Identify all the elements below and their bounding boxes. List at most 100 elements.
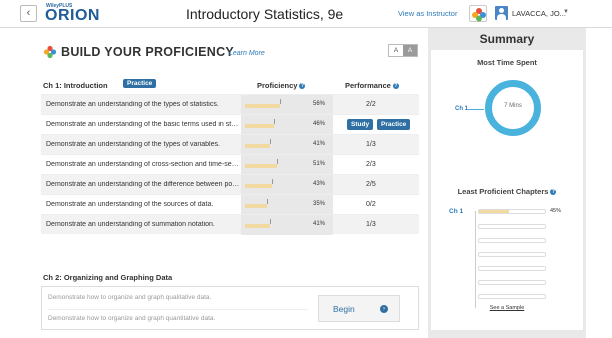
proficiency-marker bbox=[274, 119, 275, 124]
proficiency-percent: 41% bbox=[313, 141, 326, 147]
table-row[interactable]: Demonstrate an understanding of summatio… bbox=[41, 214, 419, 235]
lp-bar-track-empty bbox=[478, 266, 546, 271]
table-row[interactable]: Demonstrate an understanding of cross-se… bbox=[41, 154, 419, 175]
proficiency-percent: 51% bbox=[313, 161, 326, 167]
proficiency-cell: 41% bbox=[241, 135, 333, 155]
proficiency-bar bbox=[245, 124, 274, 128]
proficiency-marker bbox=[270, 219, 271, 224]
lp-bar-track-empty bbox=[478, 224, 546, 229]
info-icon[interactable]: ? bbox=[550, 189, 557, 196]
chapter2-objectives: Demonstrate how to organize and graph qu… bbox=[41, 286, 419, 330]
proficiency-header-label: Proficiency bbox=[257, 81, 298, 90]
begin-button[interactable]: Begin › bbox=[318, 295, 400, 322]
user-name[interactable]: LAVACCA, JO... bbox=[512, 9, 566, 18]
proficiency-bar bbox=[245, 104, 280, 108]
font-small-button[interactable]: A bbox=[389, 45, 403, 56]
practice-button[interactable]: Practice bbox=[377, 119, 411, 130]
orion-flower-icon bbox=[472, 8, 486, 22]
objective-text: Demonstrate an understanding of the type… bbox=[46, 141, 220, 148]
lp-bar-track-empty bbox=[478, 238, 546, 243]
proficiency-marker bbox=[277, 159, 278, 164]
font-large-button[interactable]: A bbox=[403, 45, 417, 56]
objective-text: Demonstrate an understanding of the diff… bbox=[46, 181, 240, 188]
lp-axis-line bbox=[475, 211, 476, 308]
table-row[interactable]: Demonstrate an understanding of the type… bbox=[41, 134, 419, 155]
performance-value: 1/3 bbox=[366, 221, 376, 228]
lp-bar-track-empty bbox=[478, 294, 546, 299]
proficiency-bar bbox=[245, 204, 267, 208]
info-icon[interactable]: ? bbox=[392, 83, 399, 90]
chapter1-practice-button[interactable]: Practice bbox=[123, 79, 157, 88]
most-time-spent-card: Most Time Spent Ch 1 7 Mins bbox=[431, 50, 583, 195]
objective-text: Demonstrate an understanding of the sour… bbox=[46, 201, 214, 208]
proficiency-percent: 35% bbox=[313, 201, 326, 207]
performance-value: 2/3 bbox=[366, 161, 376, 168]
performance-header-label: Performance bbox=[345, 81, 391, 90]
proficiency-percent: 41% bbox=[313, 221, 326, 227]
proficiency-cell: 41% bbox=[241, 215, 333, 235]
objective-text: Demonstrate an understanding of cross-se… bbox=[46, 161, 240, 168]
proficiency-cell: 51% bbox=[241, 155, 333, 175]
orion-flower-button[interactable] bbox=[469, 5, 487, 22]
proficiency-flower-icon bbox=[43, 45, 57, 59]
course-title: Introductory Statistics, 9e bbox=[186, 6, 344, 22]
least-proficient-label: Least Proficient Chapters bbox=[457, 187, 549, 196]
logo-orion: ORION bbox=[45, 7, 100, 24]
least-proficient-title: Least Proficient Chapters? bbox=[431, 187, 583, 196]
proficiency-bar bbox=[245, 144, 270, 148]
donut-leader-line bbox=[467, 109, 484, 110]
proficiency-marker bbox=[280, 99, 281, 104]
table-row[interactable]: Demonstrate an understanding of the diff… bbox=[41, 174, 419, 195]
begin-label: Begin bbox=[333, 304, 355, 314]
proficiency-header: Proficiency? bbox=[257, 81, 306, 90]
table-row[interactable]: Demonstrate an understanding of the sour… bbox=[41, 194, 419, 215]
lp-bar-fill bbox=[479, 210, 509, 213]
proficiency-marker bbox=[270, 139, 271, 144]
performance-value: 2/2 bbox=[366, 101, 376, 108]
user-avatar[interactable] bbox=[495, 6, 508, 20]
performance-value: 1/3 bbox=[366, 141, 376, 148]
see-sample-link[interactable]: See a Sample bbox=[431, 305, 583, 311]
arrow-right-icon: › bbox=[380, 305, 388, 313]
objective-text: Demonstrate an understanding of summatio… bbox=[46, 221, 215, 228]
chapter2-title: Ch 2: Organizing and Graphing Data bbox=[43, 273, 173, 282]
table-row[interactable]: Demonstrate an understanding of the type… bbox=[41, 94, 419, 115]
table-row[interactable]: Demonstrate an understanding of the basi… bbox=[41, 114, 419, 135]
most-time-spent-title: Most Time Spent bbox=[477, 58, 537, 67]
proficiency-marker bbox=[267, 199, 268, 204]
info-icon[interactable]: ? bbox=[299, 83, 306, 90]
proficiency-bar bbox=[245, 224, 270, 228]
divider bbox=[48, 309, 308, 310]
summary-title: Summary bbox=[479, 32, 535, 46]
lp-bar-track-empty bbox=[478, 280, 546, 285]
lp-chapter-label: Ch 1 bbox=[449, 208, 464, 215]
objective-text: Demonstrate an understanding of the type… bbox=[46, 101, 219, 108]
proficiency-cell: 35% bbox=[241, 195, 333, 215]
list-item: Demonstrate how to organize and graph qu… bbox=[48, 294, 212, 301]
learn-more-link[interactable]: Learn More bbox=[229, 50, 265, 57]
chapter1-title: Ch 1: Introduction bbox=[43, 81, 108, 90]
font-size-toggle: A A bbox=[388, 44, 418, 57]
lp-percent: 45% bbox=[550, 208, 562, 214]
proficiency-bar bbox=[245, 184, 272, 188]
performance-value: 0/2 bbox=[366, 201, 376, 208]
study-button[interactable]: Study bbox=[347, 119, 374, 130]
proficiency-panel: BUILD YOUR PROFICIENCY Learn More A A Ch… bbox=[33, 28, 425, 338]
proficiency-cell: 46% bbox=[241, 115, 333, 135]
proficiency-title: BUILD YOUR PROFICIENCY bbox=[61, 45, 235, 59]
objectives-table: Demonstrate an understanding of the type… bbox=[41, 94, 419, 235]
proficiency-marker bbox=[272, 179, 273, 184]
back-button[interactable]: ‹ bbox=[20, 5, 37, 22]
time-donut-chart[interactable]: 7 Mins bbox=[485, 80, 541, 136]
least-proficient-card: Least Proficient Chapters? Ch 1 45% See … bbox=[431, 180, 583, 330]
proficiency-cell: 56% bbox=[241, 95, 333, 115]
performance-value: 2/5 bbox=[366, 181, 376, 188]
proficiency-bar bbox=[245, 164, 277, 168]
chevron-down-icon[interactable]: ▼ bbox=[563, 9, 569, 15]
summary-panel: Summary Most Time Spent Ch 1 7 Mins Leas… bbox=[428, 28, 586, 338]
proficiency-cell: 43% bbox=[241, 175, 333, 195]
list-item: Demonstrate how to organize and graph qu… bbox=[48, 315, 216, 322]
lp-bar-track-empty bbox=[478, 252, 546, 257]
view-as-instructor-link[interactable]: View as Instructor bbox=[398, 9, 457, 18]
donut-center-label: 7 Mins bbox=[504, 103, 522, 109]
